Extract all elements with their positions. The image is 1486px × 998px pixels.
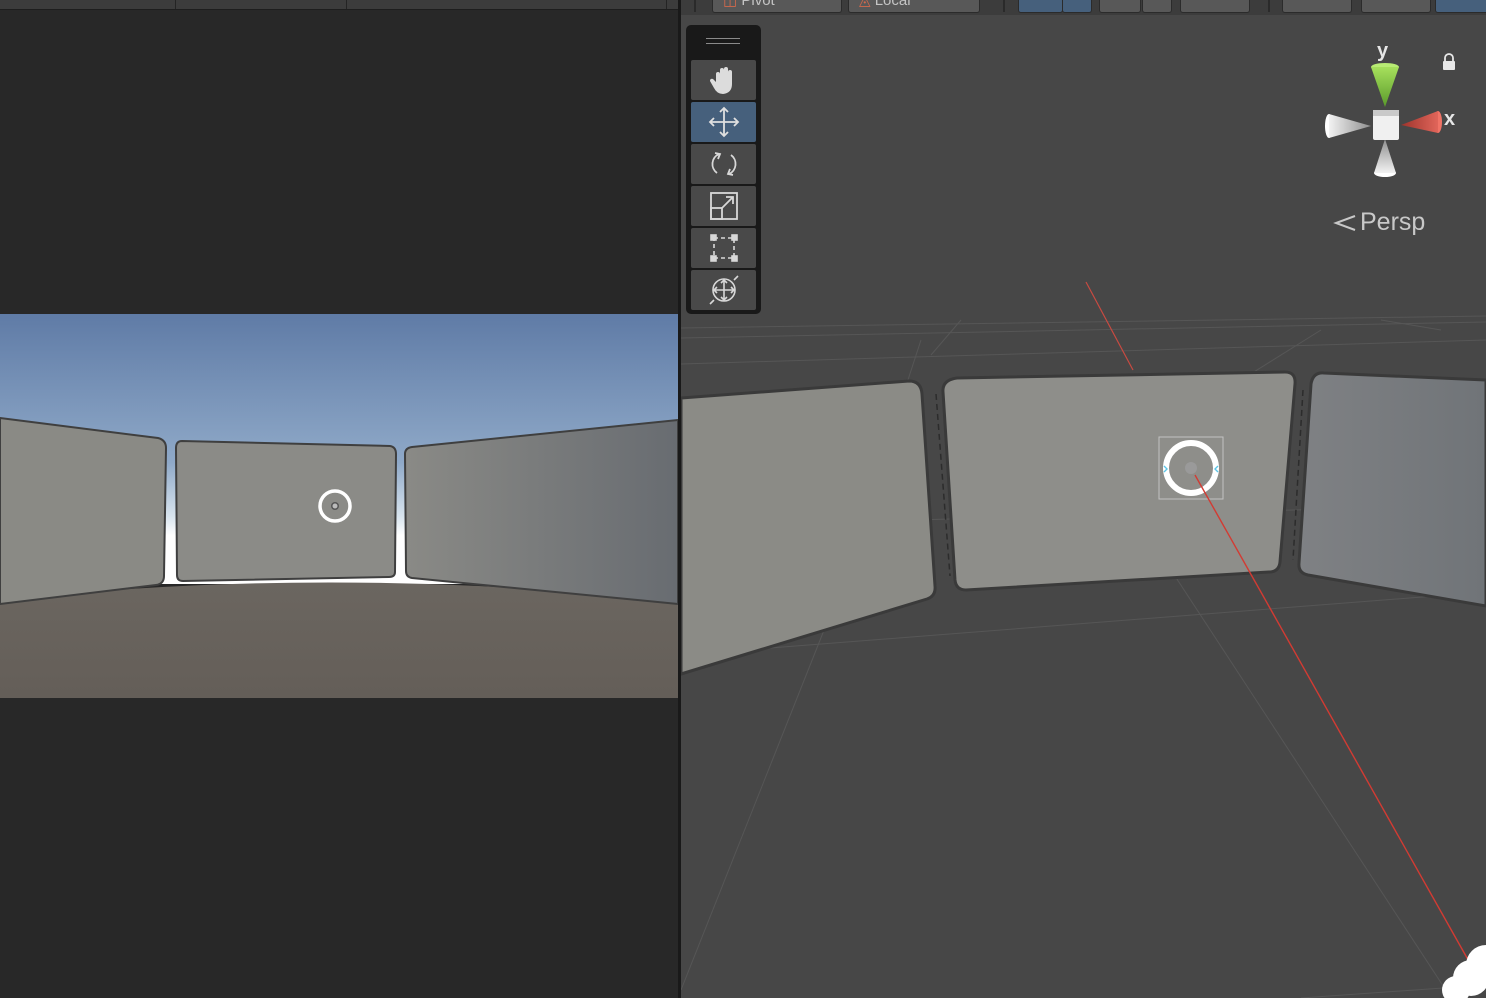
rotate-tool-button[interactable] — [691, 144, 756, 184]
wall-panel-left — [0, 416, 168, 606]
shading-mode-button[interactable] — [1282, 0, 1352, 13]
move-arrows-icon — [708, 106, 739, 138]
snap-dropdown[interactable] — [1142, 0, 1172, 13]
projection-toggle[interactable]: Persp — [1333, 208, 1425, 237]
game-view-toolbar[interactable] — [0, 0, 678, 10]
move-tool-button[interactable] — [691, 102, 756, 142]
toolbar-separator — [175, 0, 176, 9]
rect-tool-button[interactable] — [691, 228, 756, 268]
grid-snap-button[interactable] — [1018, 0, 1063, 13]
neg-x-axis-cone[interactable] — [1325, 114, 1371, 138]
lighting-toggle-button[interactable] — [1435, 0, 1486, 13]
transform-icon — [708, 275, 739, 305]
unity-editor: ◫ Pivot ◬ Local y x Persp — [0, 0, 1486, 998]
local-label: Local — [874, 0, 911, 9]
y-axis-cone[interactable] — [1371, 63, 1399, 107]
perspective-icon — [1333, 214, 1356, 231]
hand-icon — [709, 67, 732, 94]
projection-label: Persp — [1360, 208, 1426, 236]
game-view-panel — [0, 0, 678, 998]
x-axis-line — [1085, 281, 1134, 371]
scene-panel-right — [1297, 371, 1486, 608]
floor — [0, 582, 678, 698]
gizmo-x-label: x — [1444, 108, 1456, 130]
toolbar-separator — [666, 0, 667, 9]
transform-tool-button[interactable] — [691, 270, 756, 310]
local-icon: ◬ — [859, 0, 871, 9]
pivot-icon: ◫ — [723, 0, 738, 9]
wall-panel-right — [403, 418, 678, 606]
palette-grip-handle[interactable] — [706, 38, 740, 44]
pivot-label: Pivot — [741, 0, 775, 9]
scene-view-panel[interactable]: ◫ Pivot ◬ Local y x Persp — [681, 0, 1486, 998]
hand-tool-button[interactable] — [691, 60, 756, 100]
local-button[interactable]: ◬ Local — [848, 0, 980, 13]
toolbar-separator — [1268, 0, 1270, 12]
rect-transform-icon — [709, 234, 738, 262]
snap-increment-button[interactable] — [1099, 0, 1141, 13]
neg-y-axis-cone[interactable] — [1374, 139, 1396, 177]
scene-panel-center — [941, 370, 1297, 592]
toolbar-separator — [1003, 0, 1005, 12]
toolbar-separator — [694, 0, 696, 12]
game-viewport[interactable] — [0, 314, 678, 698]
pivot-button[interactable]: ◫ Pivot — [712, 0, 842, 13]
scene-toolbar: ◫ Pivot ◬ Local — [681, 0, 1486, 15]
grid-snap-dropdown[interactable] — [1062, 0, 1092, 13]
scale-tool-button[interactable] — [691, 186, 756, 226]
wall-panel-center — [174, 439, 398, 583]
scale-icon — [709, 192, 738, 220]
gizmo-center-cube — [1373, 114, 1399, 140]
toolbar-separator — [346, 0, 347, 9]
2d-toggle-button[interactable] — [1361, 0, 1431, 13]
gizmo-y-label: y — [1377, 40, 1389, 62]
lock-icon[interactable] — [1441, 53, 1457, 71]
grid-visibility-button[interactable] — [1180, 0, 1250, 13]
x-axis-cone[interactable] — [1401, 111, 1442, 133]
rotate-icon — [711, 152, 736, 176]
tool-palette — [686, 25, 761, 314]
